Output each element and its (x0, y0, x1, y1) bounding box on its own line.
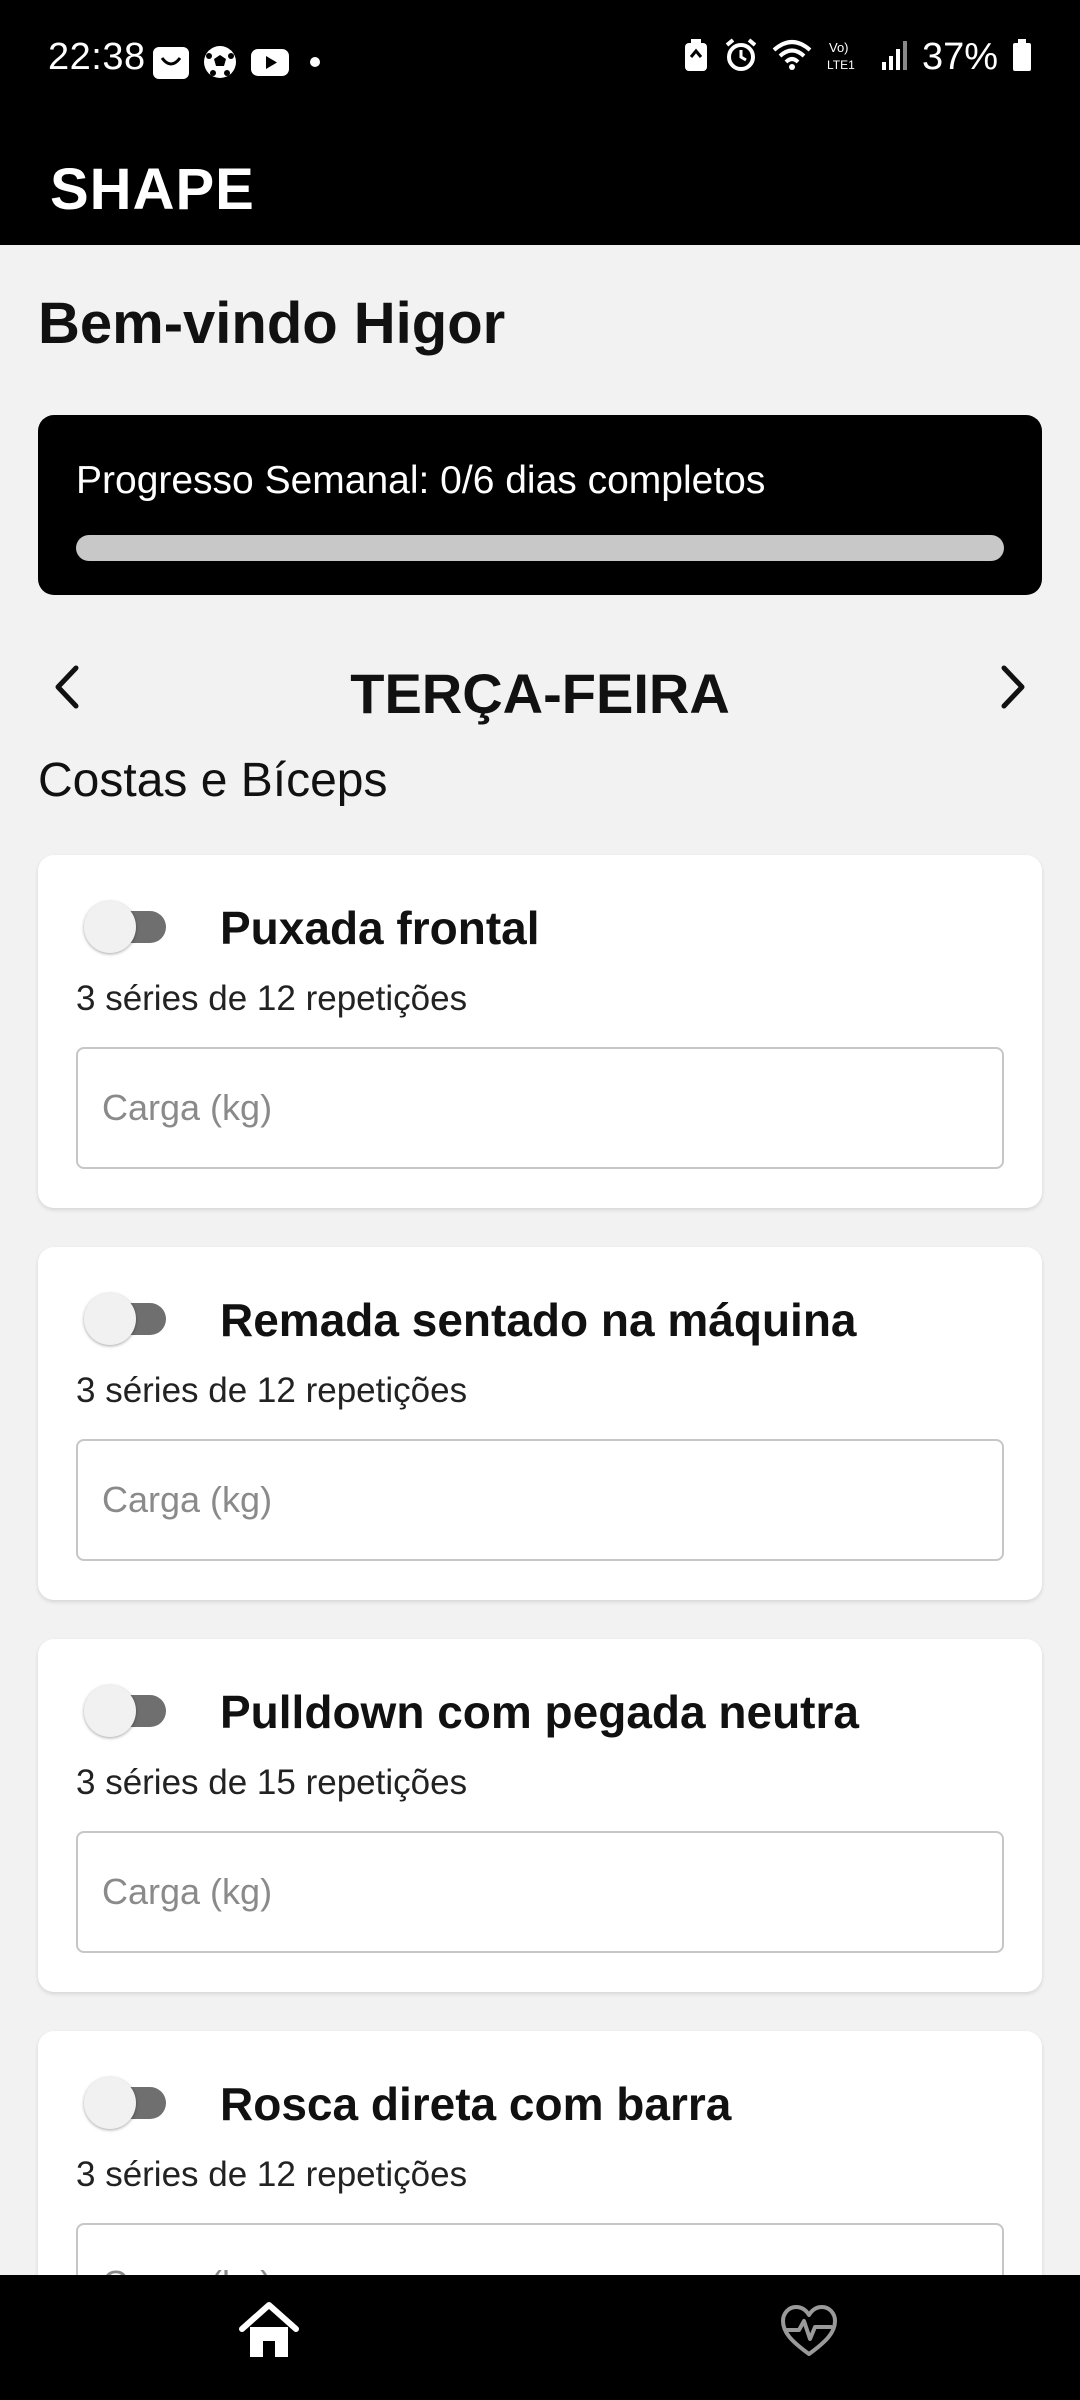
exercise-title: Pulldown com pegada neutra (220, 1686, 859, 1738)
app-bar: SHAPE (0, 122, 1080, 245)
weekly-progress-label: Progresso Semanal: 0/6 dias completos (76, 459, 766, 502)
toggle-thumb (84, 1685, 136, 1737)
exercise-done-toggle[interactable] (84, 901, 166, 953)
battery-icon (1012, 38, 1032, 77)
chevron-right-icon (992, 662, 1032, 717)
welcome-heading: Bem-vindo Higor (38, 291, 506, 356)
exercise-sets: 3 séries de 12 repetições (76, 979, 468, 1018)
status-time: 22:38 (48, 36, 146, 78)
exercise-card: Rosca direta com barra 3 séries de 12 re… (38, 2031, 1042, 2275)
svg-text:Vo): Vo) (829, 40, 849, 55)
exercise-title: Puxada frontal (220, 902, 540, 954)
exercise-card: Remada sentado na máquina 3 séries de 12… (38, 1247, 1042, 1600)
alarm-icon (724, 37, 758, 78)
volte-icon: Vo) LTE1 (826, 37, 866, 78)
weekly-progress-card: Progresso Semanal: 0/6 dias completos (38, 415, 1042, 595)
shopping-bag-icon (152, 44, 190, 85)
load-input[interactable] (76, 2223, 1004, 2275)
workout-name: Costas e Bíceps (38, 754, 388, 807)
exercise-sets: 3 séries de 12 repetições (76, 2155, 468, 2194)
load-input[interactable] (76, 1439, 1004, 1561)
exercise-card: Puxada frontal 3 séries de 12 repetições (38, 855, 1042, 1208)
app-title: SHAPE (50, 157, 255, 222)
soccer-ball-icon (202, 44, 238, 85)
load-input[interactable] (76, 1047, 1004, 1169)
dot-icon (302, 44, 328, 85)
exercise-card: Pulldown com pegada neutra 3 séries de 1… (38, 1639, 1042, 1992)
youtube-icon (250, 46, 290, 83)
load-input[interactable] (76, 1831, 1004, 1953)
day-title: TERÇA-FEIRA (350, 662, 730, 725)
tab-health[interactable] (764, 2293, 854, 2373)
heart-pulse-icon (779, 2304, 839, 2363)
notification-icons (152, 44, 328, 85)
exercise-done-toggle[interactable] (84, 1685, 166, 1737)
exercise-sets: 3 séries de 12 repetições (76, 1371, 468, 1410)
exercise-title: Rosca direta com barra (220, 2078, 732, 2130)
system-icons: Vo) LTE1 37% (682, 36, 1032, 79)
wifi-icon (772, 38, 812, 77)
battery-saver-icon (682, 37, 710, 78)
svg-text:LTE1: LTE1 (827, 58, 855, 72)
tab-home[interactable] (224, 2293, 314, 2373)
toggle-thumb (84, 2077, 136, 2129)
battery-percent: 37% (921, 36, 998, 78)
status-bar: 22:38 Vo) LTE1 37% (0, 0, 1080, 122)
exercise-done-toggle[interactable] (84, 2077, 166, 2129)
main-content[interactable]: Bem-vindo Higor Progresso Semanal: 0/6 d… (0, 245, 1080, 2275)
toggle-thumb (84, 901, 136, 953)
bottom-navigation (0, 2275, 1080, 2400)
toggle-thumb (84, 1293, 136, 1345)
signal-icon (880, 38, 908, 77)
exercise-sets: 3 séries de 15 repetições (76, 1763, 468, 1802)
home-icon (238, 2301, 300, 2366)
exercise-title: Remada sentado na máquina (220, 1294, 857, 1346)
day-navigator: TERÇA-FEIRA (0, 645, 1080, 729)
next-day-button[interactable] (976, 653, 1048, 725)
weekly-progress-bar (76, 535, 1004, 561)
exercise-done-toggle[interactable] (84, 1293, 166, 1345)
